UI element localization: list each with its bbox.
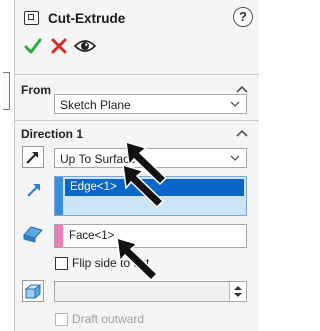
from-section-title: From	[21, 83, 51, 97]
draft-outward-checkbox	[55, 313, 68, 326]
draft-outward-label: Draft outward	[72, 312, 145, 326]
collapse-caret-icon[interactable]	[235, 126, 249, 140]
spinner-updown-icon	[234, 286, 242, 297]
ok-checkmark-icon[interactable]	[24, 36, 42, 56]
reverse-direction-button[interactable]	[22, 146, 44, 168]
chevron-down-icon	[230, 155, 240, 161]
title-bar: Cut-Extrude ?	[15, 0, 259, 34]
face-selection-item[interactable]: Face<1>	[69, 230, 114, 242]
page-title: Cut-Extrude	[48, 11, 126, 26]
divider	[15, 74, 259, 75]
action-buttons	[15, 36, 259, 60]
cancel-x-icon[interactable]	[50, 36, 68, 56]
flip-side-checkbox[interactable]	[55, 257, 68, 270]
direction1-section-title: Direction 1	[21, 127, 84, 141]
spinner-arrows[interactable]	[229, 282, 246, 301]
help-button[interactable]: ?	[233, 7, 253, 27]
annotation-arrow-icon	[116, 236, 159, 282]
annotation-arrow-icon	[122, 163, 165, 209]
reverse-direction-icon	[26, 152, 38, 164]
offset-button[interactable]	[22, 280, 44, 302]
chevron-down-icon	[230, 101, 240, 107]
offset-distance-input[interactable]	[54, 281, 247, 302]
face-color-stripe	[55, 225, 63, 247]
from-select-value: Sketch Plane	[60, 98, 131, 112]
cut-extrude-feature-icon	[24, 11, 39, 25]
from-select[interactable]: Sketch Plane	[54, 94, 247, 114]
preview-eye-icon[interactable]	[74, 37, 96, 55]
divider	[15, 120, 259, 121]
direction-arrow-icon	[27, 184, 40, 197]
left-edge-strip	[0, 0, 14, 331]
edge-color-stripe	[55, 177, 63, 215]
collapsed-panel-bracket[interactable]	[3, 72, 10, 110]
offset-box-icon	[24, 283, 42, 300]
face-surface-icon	[23, 226, 43, 243]
